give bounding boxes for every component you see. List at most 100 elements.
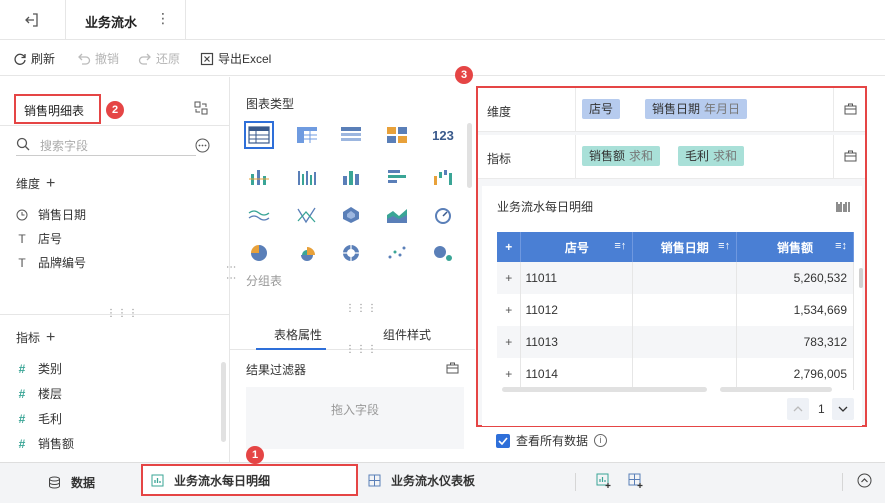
dashboard-icon	[368, 474, 381, 487]
pie-chart-icon[interactable]	[244, 239, 274, 267]
field-label: 类别	[38, 362, 63, 376]
briefcase-icon[interactable]	[844, 150, 857, 162]
tab-data[interactable]: 数据	[48, 474, 95, 491]
expand-row-icon[interactable]: +	[497, 294, 522, 326]
collapse-up-icon[interactable]	[857, 473, 872, 488]
waterfall-chart-icon[interactable]	[428, 163, 458, 191]
scrollbar[interactable]	[221, 362, 226, 442]
widget-title: 业务流水每日明细	[497, 200, 594, 214]
field-item[interactable]: # 毛利	[16, 410, 62, 427]
pill-aggregation: 求和	[629, 149, 654, 163]
field-item[interactable]: # 销售额	[16, 435, 74, 452]
measure-pill[interactable]: 毛利 求和	[678, 146, 745, 166]
tab-label: 业务流水每日明细	[174, 474, 271, 488]
add-dimension-icon[interactable]: +	[46, 175, 55, 192]
refresh-label: 刷新	[31, 52, 56, 66]
chart-config-panel: 图表类型 123 分组表 ⋮⋮⋮ 表格属性 组件样式 ⋮⋮⋮ 结果过滤器 拖入字…	[230, 77, 475, 462]
refresh-button[interactable]: 刷新	[13, 50, 55, 67]
column-chart-icon[interactable]	[336, 163, 366, 191]
tab-component-style[interactable]: 组件样式	[383, 326, 431, 343]
column-header[interactable]: 销售额 ≡↕	[736, 232, 854, 262]
grouped-table-chart-icon[interactable]	[336, 121, 366, 149]
column-header[interactable]: 销售日期 ≡↑	[632, 232, 738, 262]
dimension-pill[interactable]: 店号	[582, 99, 621, 119]
table-cell	[632, 358, 738, 390]
refresh-icon	[14, 53, 26, 65]
text-type-icon: T	[18, 231, 26, 246]
resize-handle[interactable]: ⋮⋮⋮	[345, 303, 378, 314]
measure-shelf-label: 指标	[487, 152, 512, 166]
checkbox-checked[interactable]	[496, 433, 510, 448]
field-item[interactable]: # 类别	[16, 360, 62, 377]
info-icon[interactable]: i	[594, 434, 608, 447]
field-item[interactable]: # 楼层	[16, 385, 62, 402]
measure-pill[interactable]: 销售额 求和	[582, 146, 661, 166]
detail-table-chart-icon[interactable]	[244, 121, 274, 149]
undo-button[interactable]: 撤销	[77, 50, 119, 67]
bar-chart-icon[interactable]	[382, 163, 412, 191]
export-excel-button[interactable]: 导出Excel	[200, 50, 271, 67]
radar-chart-icon[interactable]	[336, 201, 366, 229]
expand-row-icon[interactable]: +	[497, 262, 522, 294]
field-item[interactable]: T 品牌编号	[16, 254, 86, 271]
table-cell: 5,260,532	[736, 262, 854, 294]
field-item[interactable]: T 店号	[16, 230, 62, 247]
page-up-button[interactable]	[787, 398, 809, 420]
line-chart-icon[interactable]	[244, 201, 274, 229]
horizontal-scrollbar[interactable]	[720, 387, 832, 392]
resize-handle[interactable]: ⋮⋮⋮	[345, 344, 378, 355]
tab-dashboard[interactable]: 业务流水仪表板	[368, 472, 475, 489]
sort-icon[interactable]: ≡↑	[718, 240, 730, 252]
filter-drop-zone[interactable]: 拖入字段	[246, 387, 464, 449]
more-vertical-icon[interactable]: ⋮	[156, 10, 170, 27]
more-options-icon[interactable]	[195, 138, 210, 153]
undo-label: 撤销	[95, 52, 120, 66]
rose-chart-icon[interactable]	[292, 239, 322, 267]
sort-icon[interactable]: ≡↕	[835, 240, 847, 252]
scrollbar[interactable]	[467, 123, 472, 188]
expand-row-icon[interactable]: +	[497, 326, 522, 358]
number-kpi-chart-icon[interactable]: 123	[428, 121, 458, 149]
excel-icon	[200, 52, 214, 65]
redo-button[interactable]: 还原	[138, 50, 180, 67]
tab-table-properties[interactable]: 表格属性	[274, 326, 322, 343]
table-row: + 11014 2,796,005	[497, 358, 854, 390]
table-cell	[632, 326, 738, 358]
cross-line-chart-icon[interactable]	[292, 201, 322, 229]
area-chart-icon[interactable]	[382, 201, 412, 229]
show-all-data-toggle[interactable]: 查看所有数据 i	[496, 432, 608, 449]
expand-all-header[interactable]: +	[497, 232, 522, 262]
expand-row-icon[interactable]: +	[497, 358, 522, 390]
table-cell	[632, 262, 738, 294]
measures-title: 指标	[16, 331, 41, 345]
multi-bar-chart-icon[interactable]	[292, 163, 322, 191]
table-cell	[632, 294, 738, 326]
add-measure-icon[interactable]: +	[46, 329, 55, 346]
field-item[interactable]: 销售日期	[16, 206, 86, 223]
bubble-chart-icon[interactable]	[428, 239, 458, 267]
add-chart-sheet-icon[interactable]	[596, 473, 612, 489]
horizontal-scrollbar[interactable]	[502, 387, 707, 392]
exit-icon[interactable]	[24, 12, 40, 28]
pivot-table-chart-icon[interactable]	[292, 121, 322, 149]
dataset-name[interactable]: 销售明细表	[14, 94, 101, 124]
tab-daily-detail[interactable]: 业务流水每日明细	[151, 472, 270, 489]
sunburst-chart-icon[interactable]	[336, 239, 366, 267]
chart-sheet-icon	[151, 474, 164, 487]
measures-header: 指标 +	[16, 329, 55, 347]
vertical-scrollbar[interactable]	[859, 268, 863, 288]
column-header[interactable]: 店号 ≡↑	[520, 232, 634, 262]
briefcase-icon[interactable]	[844, 103, 857, 115]
page-down-button[interactable]	[832, 398, 854, 420]
stacked-bar-chart-icon[interactable]	[244, 163, 274, 191]
search-field[interactable]: 搜索字段	[16, 136, 196, 156]
switch-dataset-icon[interactable]	[194, 101, 208, 115]
scatter-chart-icon[interactable]	[382, 239, 412, 267]
dimension-pill[interactable]: 销售日期 年月日	[645, 99, 748, 119]
briefcase-icon[interactable]	[446, 362, 459, 374]
gauge-chart-icon[interactable]	[428, 201, 458, 229]
sort-icon[interactable]: ≡↑	[614, 240, 626, 252]
card-chart-icon[interactable]	[382, 121, 412, 149]
barcode-icon[interactable]	[836, 201, 850, 213]
add-dashboard-icon[interactable]	[628, 473, 644, 489]
